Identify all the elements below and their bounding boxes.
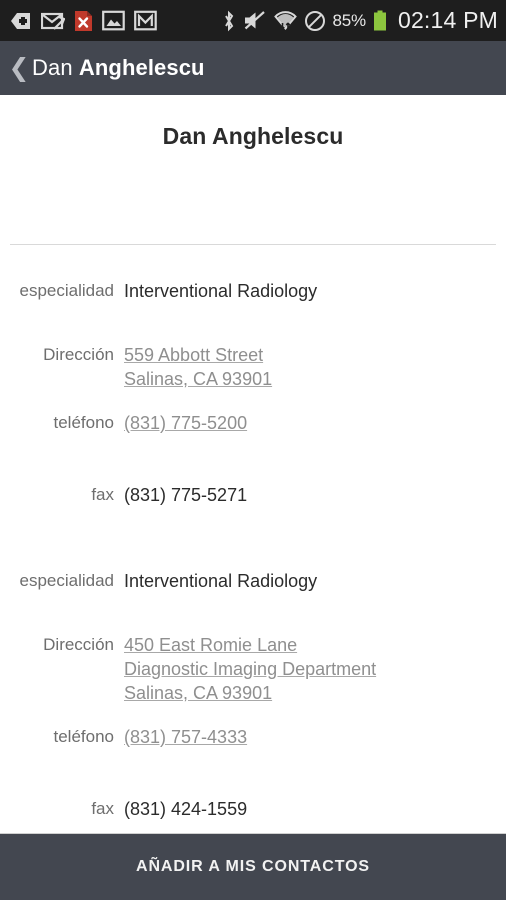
mail-muted-icon xyxy=(41,12,65,30)
detail-content[interactable]: Dan Anghelescu especialidad Intervention… xyxy=(0,95,506,833)
clock-label: 02:14 PM xyxy=(397,7,498,33)
battery-percent-label: 85% xyxy=(332,10,367,30)
detail-row-telefono-2[interactable]: teléfono (831) 757-4333 xyxy=(0,725,506,773)
detail-label: Dirección xyxy=(43,635,114,654)
detail-label: especialidad xyxy=(19,571,114,590)
detail-value-line: (831) 775-5271 xyxy=(124,485,248,505)
phone-link[interactable]: (831) 757-4333 xyxy=(124,725,494,749)
status-bar-notification-icons xyxy=(10,10,157,32)
detail-rows: especialidad Interventional Radiology Di… xyxy=(0,245,506,833)
image-icon xyxy=(102,10,125,31)
detail-value-line: (831) 424-1559 xyxy=(124,799,248,819)
action-bar-title: Dan Anghelescu xyxy=(32,55,205,81)
detail-value-line[interactable]: 450 East Romie Lane xyxy=(124,633,297,657)
add-to-contacts-label: AÑADIR A MIS CONTACTOS xyxy=(135,858,371,875)
status-bar: 85% 02:14 PM xyxy=(0,0,506,41)
detail-row-direccion-2[interactable]: Dirección 450 East Romie Lane Diagnostic… xyxy=(0,633,506,705)
detail-row-direccion-1[interactable]: Dirección 559 Abbott Street Salinas, CA … xyxy=(0,343,506,391)
add-to-contacts-button[interactable]: AÑADIR A MIS CONTACTOS xyxy=(0,833,506,900)
detail-value-line: Interventional Radiology xyxy=(124,281,318,301)
detail-value-line[interactable]: Diagnostic Imaging Department xyxy=(124,657,376,681)
bluetooth-icon xyxy=(224,10,233,31)
detail-row-telefono-1[interactable]: teléfono (831) 775-5200 xyxy=(0,411,506,459)
detail-row-especialidad-1: especialidad Interventional Radiology xyxy=(0,279,506,327)
status-bar-system-icons: 85% 02:14 PM xyxy=(222,7,498,34)
detail-label: Dirección xyxy=(43,345,114,364)
detail-row-fax-1: fax (831) 775-5271 xyxy=(0,483,506,531)
action-bar: ❮ Dan Anghelescu xyxy=(0,41,506,95)
phone-link[interactable]: (831) 775-5200 xyxy=(124,411,494,435)
detail-value-line[interactable]: (831) 757-4333 xyxy=(124,725,247,749)
do-not-disturb-icon xyxy=(304,10,325,31)
detail-row-especialidad-2: especialidad Interventional Radiology xyxy=(0,569,506,617)
detail-label: fax xyxy=(91,799,114,818)
detail-label: teléfono xyxy=(53,727,115,746)
detail-label: especialidad xyxy=(19,281,114,300)
detail-value-line[interactable]: Salinas, CA 93901 xyxy=(124,367,272,391)
detail-value: Interventional Radiology xyxy=(124,569,494,593)
wifi-icon xyxy=(273,10,297,30)
document-error-icon xyxy=(75,10,92,31)
detail-label: fax xyxy=(91,485,114,504)
address-link[interactable]: 559 Abbott Street Salinas, CA 93901 xyxy=(124,343,494,391)
gmail-icon xyxy=(134,10,157,31)
action-bar-title-last: Anghelescu xyxy=(78,55,205,80)
address-link[interactable]: 450 East Romie Lane Diagnostic Imaging D… xyxy=(124,633,494,705)
detail-row-fax-2: fax (831) 424-1559 xyxy=(0,797,506,833)
detail-label: teléfono xyxy=(53,413,115,432)
detail-value: (831) 775-5271 xyxy=(124,483,494,507)
download-arrow-icon xyxy=(11,12,30,29)
detail-value-line[interactable]: (831) 775-5200 xyxy=(124,411,247,435)
volume-muted-icon xyxy=(244,11,265,30)
detail-value-line[interactable]: Salinas, CA 93901 xyxy=(124,681,272,705)
battery-icon xyxy=(373,10,386,30)
page-title: Dan Anghelescu xyxy=(162,123,344,149)
detail-value: Interventional Radiology xyxy=(124,279,494,303)
action-bar-title-first: Dan xyxy=(32,55,79,80)
detail-value-line: Interventional Radiology xyxy=(124,571,318,591)
chevron-left-icon[interactable]: ❮ xyxy=(6,55,32,81)
detail-value: (831) 424-1559 xyxy=(124,797,494,821)
app-screen: 85% 02:14 PM ❮ Dan Anghelescu Dan Anghel… xyxy=(0,0,506,900)
detail-value-line[interactable]: 559 Abbott Street xyxy=(124,343,263,367)
